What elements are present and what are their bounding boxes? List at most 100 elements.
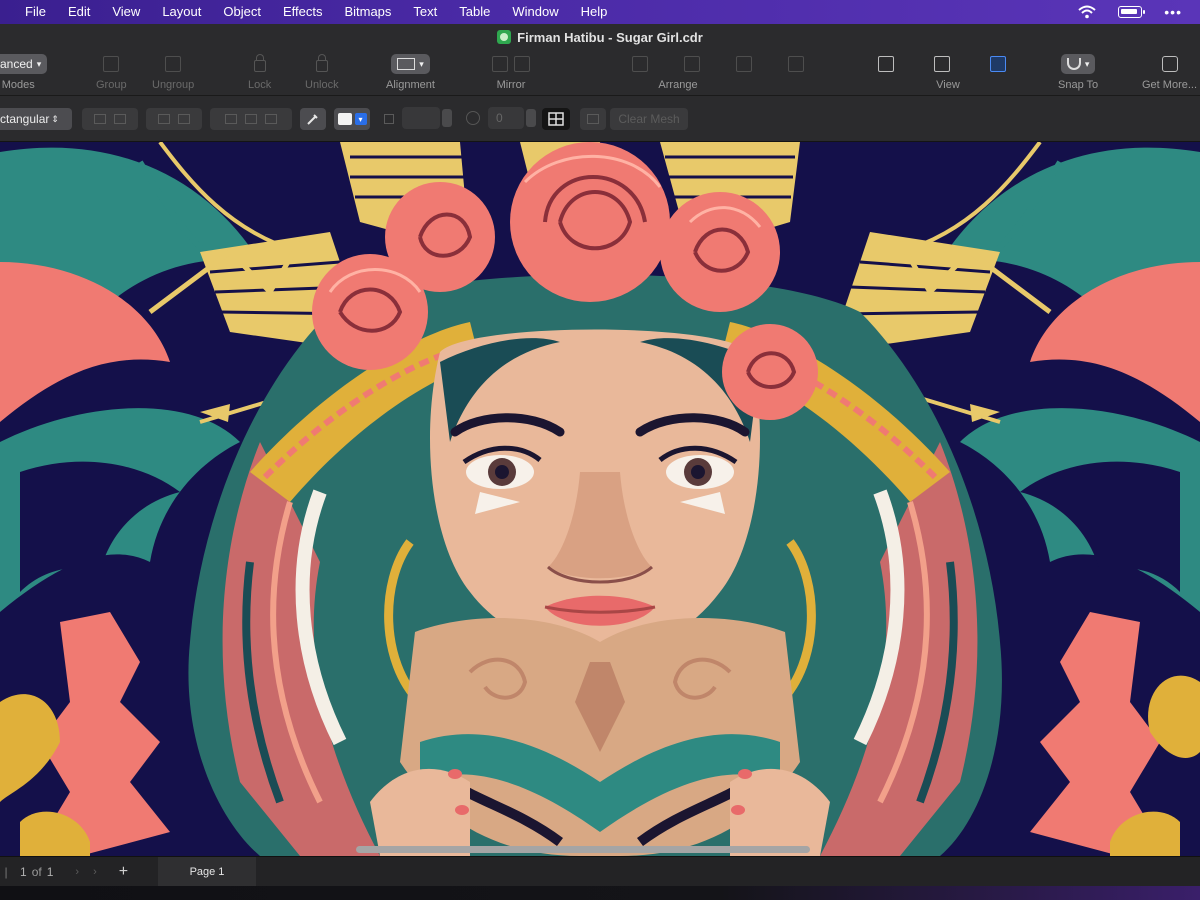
chevron-updown-icon: ⇕ [51,113,59,124]
mesh-option-icon [587,114,599,124]
wifi-icon[interactable] [1078,5,1096,19]
menu-view[interactable]: View [101,0,151,24]
stepper-arrows-icon[interactable] [442,109,452,127]
get-more-label: Get More... [1142,79,1198,91]
grid-icon[interactable] [934,56,950,72]
last-page-icon[interactable]: › [93,866,97,878]
menu-table[interactable]: Table [448,0,501,24]
mirror-horizontal-icon[interactable] [492,56,508,72]
snap-tool: ▾ Snap To [1058,52,1098,91]
unlock-label: Unlock [305,79,339,91]
transparency-icon[interactable] [378,108,400,130]
arrange-label: Arrange [658,79,698,91]
clear-mesh-button[interactable]: Clear Mesh [610,108,688,130]
magnet-icon [1066,58,1081,70]
trim-icon[interactable] [684,56,700,72]
modes-select[interactable]: anced ▾ [0,54,48,74]
smoothness-stepper[interactable] [402,107,452,129]
coreldraw-icon [497,30,512,44]
curve-icon [225,114,237,124]
menu-text[interactable]: Text [402,0,448,24]
lock-icon [253,54,266,72]
chevron-down-icon: ▾ [36,58,42,69]
fill-color-picker[interactable]: ▾ [334,108,370,130]
mirror-tool: Mirror [492,52,530,91]
first-page-button[interactable]: | [0,865,12,879]
group-tool[interactable]: Group [96,52,127,91]
menu-bitmaps[interactable]: Bitmaps [333,0,402,24]
arrange-tool: Arrange [632,52,804,91]
eyedropper-button[interactable] [300,108,326,130]
intersect-icon[interactable] [736,56,752,72]
artwork-sugar-girl[interactable] [0,142,1200,856]
menu-window[interactable]: Window [501,0,569,24]
weld-icon[interactable] [632,56,648,72]
modes-label: n Modes [0,79,35,91]
unlock-tool[interactable]: Unlock [305,52,339,91]
total-pages: 1 [46,865,54,879]
chevron-down-icon: ▾ [354,113,367,125]
desktop-strip [0,886,1200,900]
node-buttons[interactable] [146,108,202,130]
add-page-button[interactable]: + [119,863,128,881]
menu-edit[interactable]: Edit [57,0,101,24]
value-field[interactable]: 0 [488,107,524,129]
horizontal-scrollbar[interactable] [0,842,1200,856]
current-page: 1 [20,865,27,879]
page-nav-controls: | 1 of 1 › › + [0,857,128,887]
ungroup-tool[interactable]: Ungroup [152,52,194,91]
combine-icon[interactable] [788,56,804,72]
mesh-toggle-button[interactable] [542,108,570,130]
shape-select[interactable]: ctangular ⇕ [0,108,72,130]
value-stepper[interactable]: 0 [466,107,536,129]
rows-icon [94,114,106,124]
curve-buttons[interactable] [210,108,292,130]
columns-icon [114,114,126,124]
menu-effects[interactable]: Effects [272,0,334,24]
mirror-vertical-icon[interactable] [514,56,530,72]
status-area: ••• [1078,0,1182,24]
stepper-arrows-icon[interactable] [526,109,536,127]
grid-size-buttons[interactable] [82,108,138,130]
get-more-tool[interactable]: Get More... [1142,52,1197,91]
window-titlebar: Firman Hatibu - Sugar Girl.cdr [0,24,1200,50]
lock-tool[interactable]: Lock [248,52,271,91]
snap-select[interactable]: ▾ [1060,54,1096,74]
next-page-icon[interactable]: › [75,866,79,878]
menu-object[interactable]: Object [212,0,272,24]
menu-file[interactable]: File [14,0,57,24]
page-tab[interactable]: Page 1 [158,857,256,887]
rulers-icon[interactable] [990,56,1006,72]
smoothness-field[interactable] [402,107,440,129]
alignment-select[interactable]: ▾ [391,54,430,74]
property-bar: ctangular ⇕ ▾ 0 Clear Mesh [0,96,1200,142]
transparency-square-icon [384,114,394,124]
menu-layout[interactable]: Layout [151,0,212,24]
smooth-icon [265,114,277,124]
unlock-icon [315,54,328,72]
alignment-tool: ▾ Alignment [386,52,435,91]
node-icon [158,114,170,124]
wireframe-icon[interactable] [878,56,894,72]
shape-select-value: ctangular [0,112,50,126]
page-of-label: of [31,865,42,879]
group-icon [103,56,120,72]
group-label: Group [96,79,127,91]
menu-help[interactable]: Help [570,0,619,24]
modes-tool: anced▾ n Modes [0,52,48,91]
ungroup-label: Ungroup [152,79,195,91]
drawing-canvas[interactable] [0,142,1200,856]
curve-smooth-icon [466,111,480,125]
menu-bar: File Edit View Layout Object Effects Bit… [0,0,1200,24]
battery-icon[interactable] [1118,6,1146,18]
color-swatch [337,113,352,125]
mirror-label: Mirror [496,79,526,91]
view-tool: View [878,52,1006,91]
more-icon[interactable]: ••• [1164,4,1182,20]
scrollbar-thumb[interactable] [356,846,810,853]
alignment-label: Alignment [386,79,435,91]
mesh-option-button[interactable] [580,108,606,130]
ungroup-icon [165,56,182,72]
modes-select-value: anced [0,57,33,71]
align-icon [397,58,416,70]
